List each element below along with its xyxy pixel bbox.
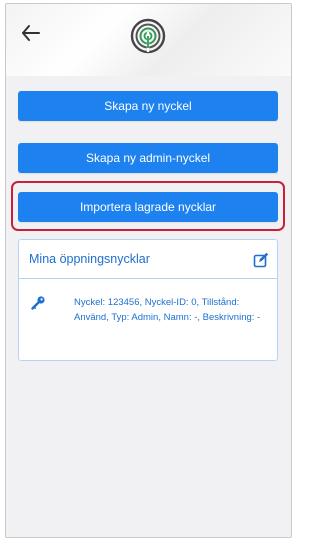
my-keys-card: Mina öppningsnycklar Nyckel: 123456, Nyc…	[18, 239, 278, 361]
edit-icon[interactable]	[253, 252, 269, 268]
app-screen: Skapa ny nyckel Skapa ny admin-nyckel Im…	[5, 3, 292, 538]
card-header: Mina öppningsnycklar	[19, 240, 277, 279]
import-saved-keys-button[interactable]: Importera lagrade nycklar	[18, 192, 278, 222]
app-header	[6, 4, 291, 76]
create-key-button[interactable]: Skapa ny nyckel	[18, 91, 278, 121]
card-title: Mina öppningsnycklar	[29, 252, 150, 266]
key-item-description[interactable]: Nyckel: 123456, Nyckel-ID: 0, Tillstånd:…	[74, 295, 270, 325]
arrow-left-icon[interactable]	[20, 22, 42, 44]
create-admin-key-button[interactable]: Skapa ny admin-nyckel	[18, 143, 278, 173]
key-icon	[31, 296, 45, 310]
fingerprint-logo-icon	[130, 18, 166, 54]
